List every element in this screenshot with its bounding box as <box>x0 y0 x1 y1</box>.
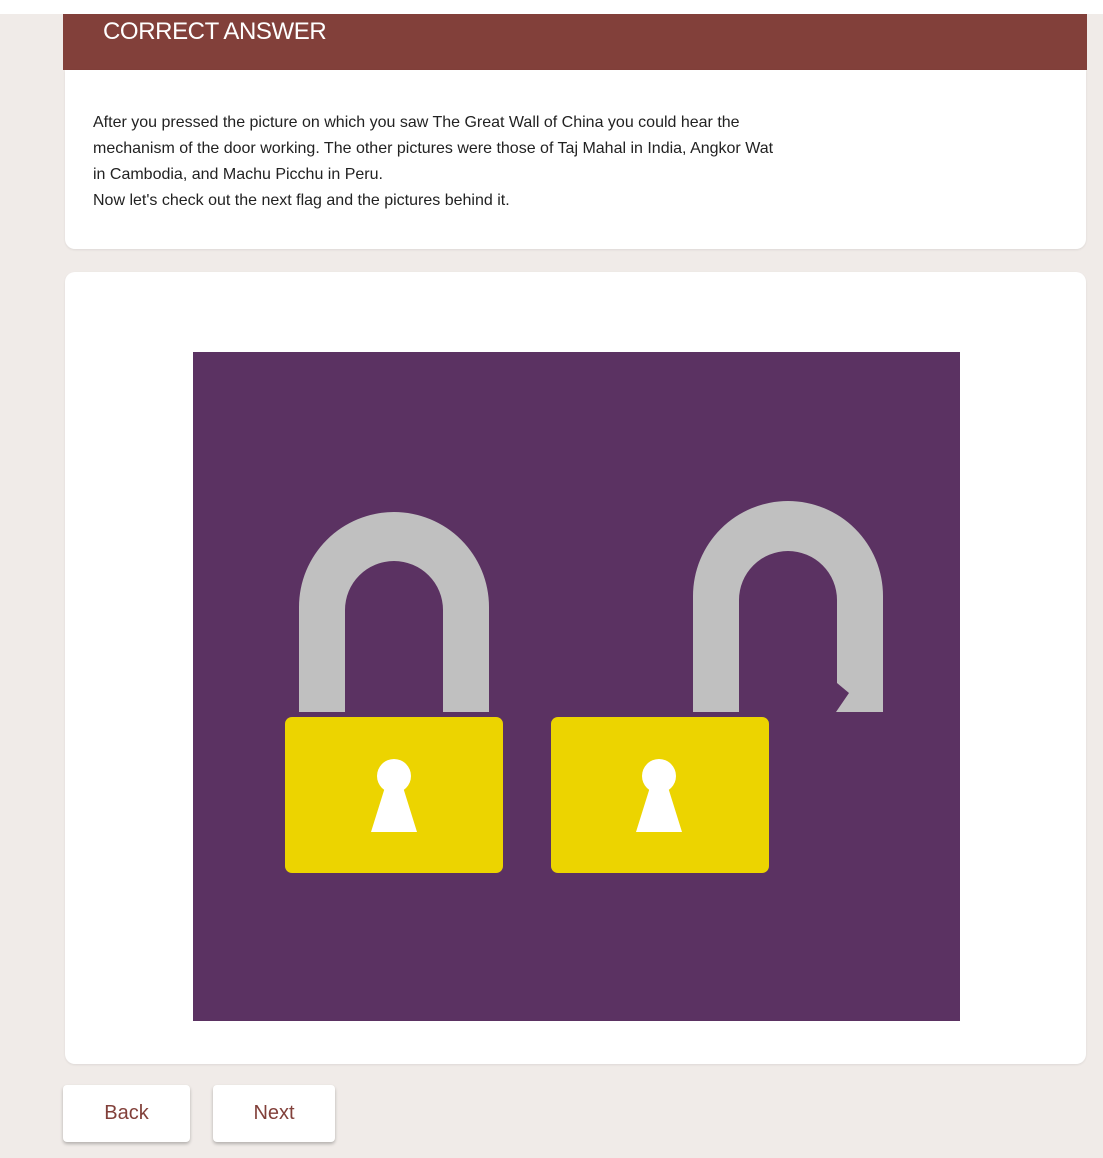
feedback-card: After you pressed the picture on which y… <box>65 70 1086 249</box>
page-title: CORRECT ANSWER <box>103 18 327 45</box>
top-strip <box>0 0 1103 14</box>
feedback-line: mechanism of the door working. The other… <box>93 140 774 157</box>
feedback-text: After you pressed the picture on which y… <box>93 110 1053 214</box>
feedback-line: Now let's check out the next flag and th… <box>93 192 510 209</box>
feedback-line: After you pressed the picture on which y… <box>93 114 740 131</box>
feedback-line: in Cambodia, and Machu Picchu in Peru. <box>93 166 383 183</box>
header-bar: CORRECT ANSWER <box>63 14 1087 70</box>
image-card <box>65 272 1086 1064</box>
padlocks-illustration <box>193 352 960 1021</box>
next-button[interactable]: Next <box>213 1085 335 1142</box>
back-button[interactable]: Back <box>63 1085 190 1142</box>
